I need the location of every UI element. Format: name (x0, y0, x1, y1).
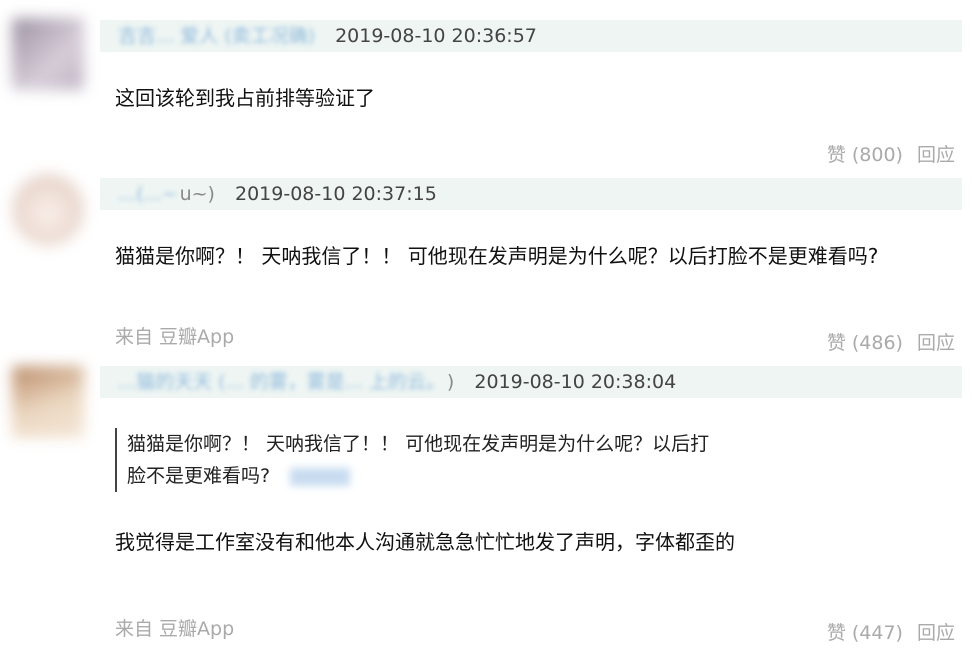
comment-header: ...猫的天天 (... 的雾，雾是... 上的云。) 2019-08-10 2… (100, 366, 962, 398)
username-tail: ) (446, 371, 455, 393)
username-link[interactable]: 吉吉... 爱人 (卖工况确) (118, 20, 315, 52)
username-link[interactable]: ...猫的天天 (... 的雾，雾是... 上的云。 (118, 366, 445, 398)
quoted-text-line: 脸不是更难看吗? (127, 465, 271, 487)
quoted-reply: 猫猫是你啊？！ 天呐我信了！！ 可他现在发声明是为什么呢？以后打 脸不是更难看吗… (115, 428, 747, 492)
comment-item: 吉吉... 爱人 (卖工况确) 2019-08-10 20:36:57 这回该轮… (0, 0, 972, 170)
avatar[interactable] (12, 174, 84, 246)
quoted-author-link[interactable] (290, 467, 351, 486)
comment-text: 猫猫是你啊？！ 天呐我信了！！ 可他现在发声明是为什么呢？以后打脸不是更难看吗? (115, 244, 879, 268)
comment-header: 吉吉... 爱人 (卖工况确) 2019-08-10 20:36:57 (100, 20, 962, 52)
comment-actions: 赞 (800) 回应 (827, 140, 955, 167)
reply-button[interactable]: 回应 (917, 144, 955, 166)
comment-actions: 赞 (447) 回应 (827, 618, 955, 645)
comment-text: 这回该轮到我占前排等验证了 (115, 86, 375, 110)
username-link[interactable]: ...(...~ (118, 178, 178, 210)
comment-item: ...(...~ u~) 2019-08-10 20:37:15 猫猫是你啊？！ … (0, 170, 972, 354)
username-tail: u~) (179, 183, 215, 205)
comment-timestamp: 2019-08-10 20:37:15 (235, 183, 437, 205)
reply-button[interactable]: 回应 (917, 622, 955, 644)
like-button[interactable]: 赞 (447) (827, 622, 903, 644)
comment-source: 来自 豆瓣App (115, 326, 235, 348)
comment-header: ...(...~ u~) 2019-08-10 20:37:15 (100, 178, 962, 210)
comment-text: 我觉得是工作室没有和他本人沟通就急急忙忙地发了声明，字体都歪的 (115, 530, 735, 554)
avatar[interactable] (12, 366, 84, 438)
comment-timestamp: 2019-08-10 20:38:04 (474, 371, 677, 393)
quoted-text-line: 猫猫是你啊？！ 天呐我信了！！ 可他现在发声明是为什么呢？以后打 (127, 433, 710, 455)
comment-timestamp: 2019-08-10 20:36:57 (335, 25, 537, 47)
avatar[interactable] (12, 18, 84, 90)
like-button[interactable]: 赞 (800) (827, 144, 903, 166)
comment-source: 来自 豆瓣App (115, 618, 235, 640)
comment-item: ...猫的天天 (... 的雾，雾是... 上的云。) 2019-08-10 2… (0, 350, 972, 651)
